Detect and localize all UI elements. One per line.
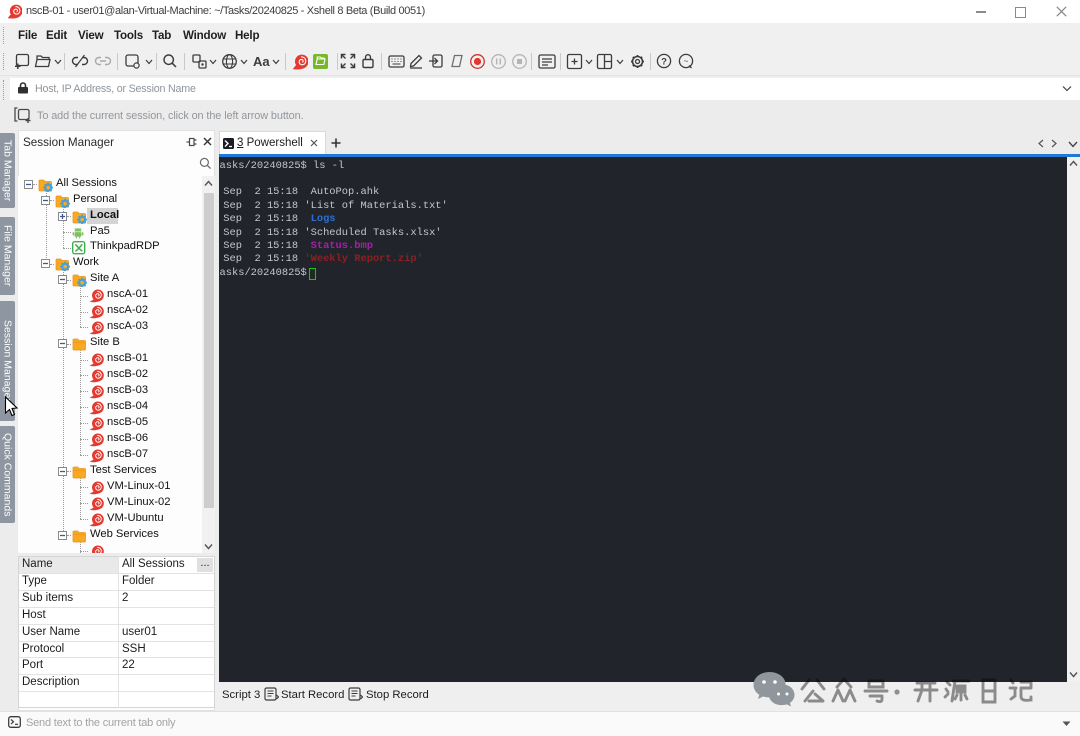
svg-text:~: ~ [684, 57, 689, 66]
svg-text:?: ? [661, 56, 667, 67]
